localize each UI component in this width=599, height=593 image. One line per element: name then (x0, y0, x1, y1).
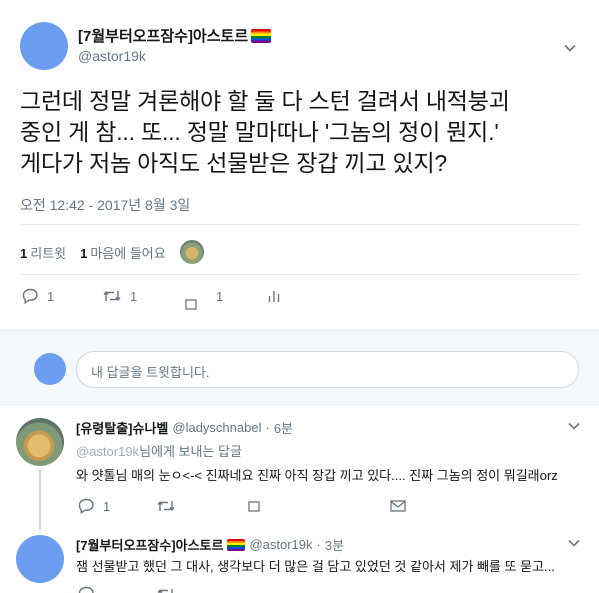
reply-actions: 1 (78, 498, 406, 514)
meta-separator: · (316, 537, 321, 552)
thread-line (39, 470, 41, 530)
replying-to-suffix: 님에게 보내는 답글 (139, 444, 242, 459)
reply-author-handle[interactable]: @astor19k (249, 537, 312, 552)
like-action[interactable]: 1 (180, 288, 272, 310)
reply-text: 잼 선물받고 했던 그 대사, 생각보다 더 많은 걸 담고 있었던 것 같아서… (76, 559, 555, 574)
tweet-actions: 1 1 1 (22, 288, 280, 310)
retweet-arrows-icon (156, 499, 176, 513)
reply-tweet[interactable]: [유령탈출]슈나벨 @ladyschnabel · 6분 @astor19k님에… (0, 406, 599, 518)
likes-label: 마음에 들어요 (90, 245, 166, 261)
chevron-down-icon[interactable] (564, 44, 576, 52)
retweets-label: 리트윗 (30, 245, 67, 261)
reply-action[interactable] (78, 586, 156, 593)
divider (20, 274, 579, 275)
reply-count: 1 (47, 288, 55, 304)
speech-bubble-icon (22, 288, 39, 304)
replying-to-handle[interactable]: @astor19k (76, 444, 139, 459)
author-handle[interactable]: @astor19k (78, 48, 146, 64)
tweet-text-line: 게다가 저놈 아직도 선물받은 장갑 끼고 있지? (20, 150, 448, 176)
dm-action[interactable] (390, 500, 406, 512)
reply-input[interactable]: 내 답글을 트윗합니다. (76, 351, 579, 388)
retweet-action[interactable]: 1 (102, 289, 180, 304)
reply-action[interactable]: 1 (78, 498, 156, 514)
avatar (34, 353, 66, 385)
replying-to: @astor19k님에게 보내는 답글 (76, 441, 242, 460)
reply-text: 와 얏톨님 매의 눈ㅇ<-< 진짜네요 진짜 아직 장갑 끼고 있다.... 진… (76, 468, 558, 483)
reply-author-name[interactable]: [유령탈출]슈나벨 (76, 418, 168, 437)
author-name-row: [7월부터오프잠수]아스토르 (78, 25, 272, 46)
like-action[interactable] (248, 500, 320, 512)
reply-compose-area: 내 답글을 트윗합니다. (0, 330, 599, 405)
divider (20, 224, 579, 225)
retweet-count: 1 (130, 288, 138, 304)
likes-count: 1 (80, 245, 88, 261)
chevron-down-icon[interactable] (568, 539, 580, 547)
avatar[interactable] (16, 535, 64, 583)
tweet-text-line: 그런데 정말 겨론해야 할 둘 다 스턴 걸려서 내적붕괴 (20, 88, 510, 114)
rainbow-flag-icon (251, 28, 272, 43)
author-display-name[interactable]: [7월부터오프잠수]아스토르 (78, 25, 248, 46)
tweet-stats: 1 리트윗 1 마음에 들어요 (20, 240, 204, 264)
chevron-down-icon[interactable] (568, 422, 580, 430)
reply-action[interactable]: 1 (22, 288, 102, 304)
heart-square-icon (185, 298, 197, 310)
retweets-count: 1 (20, 245, 28, 261)
reply-time[interactable]: 3분 (325, 535, 344, 554)
tweet-timestamp[interactable]: 오전 12:42 - 2017년 8월 3일 (20, 195, 190, 215)
liker-avatar[interactable] (179, 240, 204, 264)
reply-author-row: [유령탈출]슈나벨 @ladyschnabel · 6분 (76, 418, 293, 437)
envelope-icon (390, 500, 406, 512)
meta-separator: · (265, 420, 270, 435)
reply-author-name[interactable]: [7월부터오프잠수]아스토르 (76, 535, 223, 554)
likes-stat[interactable]: 1 마음에 들어요 (80, 243, 166, 262)
retweet-arrows-icon (102, 289, 122, 303)
avatar[interactable] (20, 22, 68, 70)
avatar[interactable] (16, 418, 64, 466)
reply-actions (78, 586, 176, 593)
heart-square-icon (248, 500, 260, 512)
reply-time[interactable]: 6분 (274, 418, 293, 437)
like-count: 1 (216, 288, 224, 304)
rainbow-flag-icon (227, 538, 246, 551)
reply-tweet[interactable]: [7월부터오프잠수]아스토르 @astor19k · 3분 잼 선물받고 했던 … (0, 532, 599, 593)
tweet-text-line: 중인 게 참... 또... 정말 말마따나 '그놈의 정이 뭔지.' (20, 119, 499, 145)
reply-author-handle[interactable]: @ladyschnabel (172, 420, 261, 435)
tweet-text: 그런데 정말 겨론해야 할 둘 다 스턴 걸려서 내적붕괴 중인 게 참... … (20, 86, 590, 179)
speech-bubble-icon (78, 586, 95, 593)
reply-author-row: [7월부터오프잠수]아스토르 @astor19k · 3분 (76, 535, 344, 554)
reply-count: 1 (103, 498, 111, 514)
retweet-action[interactable] (156, 499, 248, 513)
speech-bubble-icon (78, 498, 95, 514)
retweets-stat[interactable]: 1 리트윗 (20, 243, 66, 262)
retweet-arrows-icon (156, 587, 176, 593)
retweet-action[interactable] (156, 587, 176, 593)
